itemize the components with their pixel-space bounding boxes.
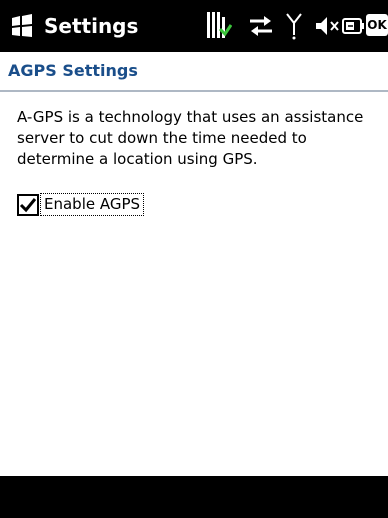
enable-agps-label[interactable]: Enable AGPS <box>40 193 145 216</box>
description-text: A-GPS is a technology that uses an assis… <box>17 108 364 168</box>
volume-muted-icon[interactable] <box>314 11 342 41</box>
signal-icon[interactable] <box>284 11 304 41</box>
title-bar: Settings OK <box>0 0 388 52</box>
checkmark-icon <box>19 198 37 213</box>
start-flag-icon[interactable] <box>8 13 36 39</box>
battery-icon[interactable] <box>342 11 364 41</box>
page-title: AGPS Settings <box>8 61 138 80</box>
enable-agps-checkbox[interactable] <box>17 194 39 216</box>
window-title: Settings <box>44 14 139 38</box>
softkey-bar <box>0 476 388 518</box>
ok-button[interactable]: OK <box>366 14 388 36</box>
data-sync-icon[interactable] <box>246 11 276 41</box>
page-header: AGPS Settings <box>0 52 388 92</box>
sim-card-icon[interactable] <box>206 11 232 41</box>
